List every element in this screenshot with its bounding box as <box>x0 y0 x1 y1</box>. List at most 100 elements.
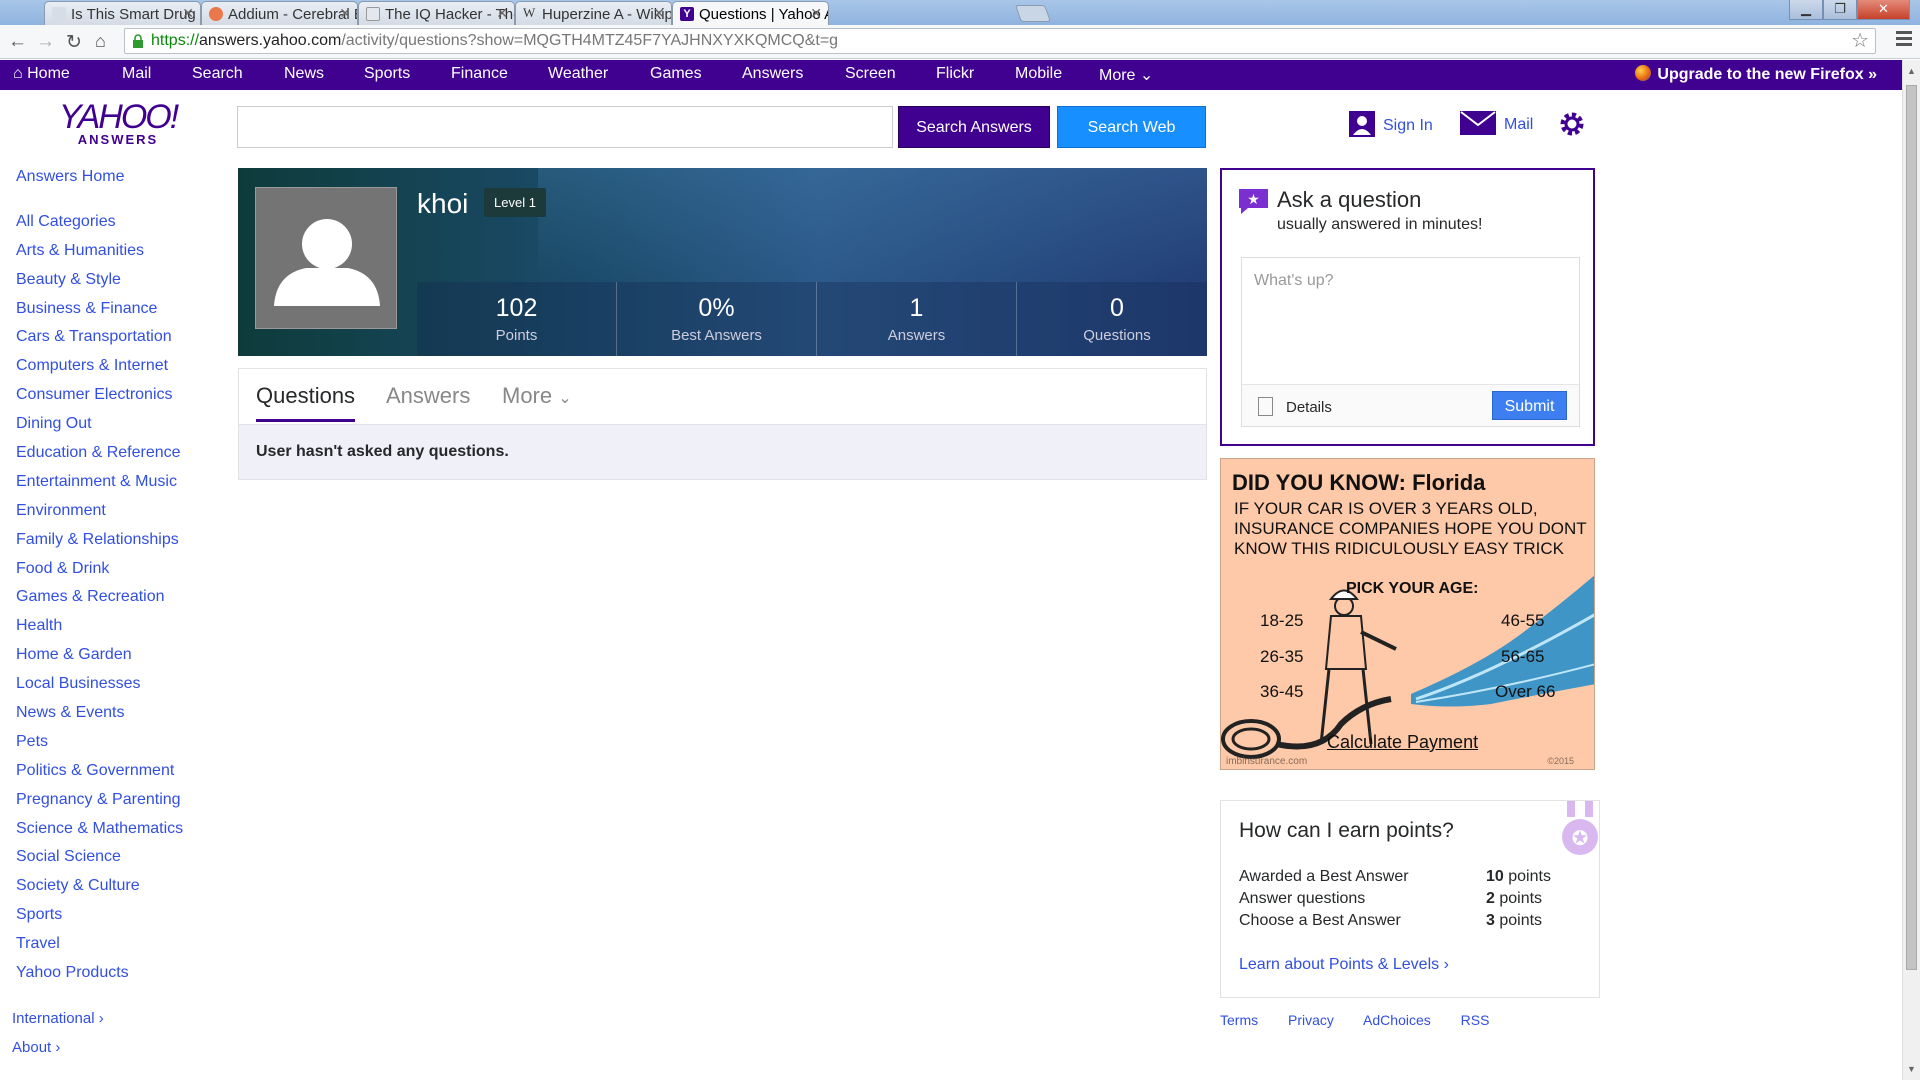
nav-mail[interactable]: Mail <box>122 65 151 83</box>
mail-link[interactable]: Mail <box>1460 111 1533 135</box>
address-bar[interactable]: https://answers.yahoo.com/activity/quest… <box>124 28 1876 54</box>
details-link[interactable]: Details <box>1286 399 1332 416</box>
nav-more[interactable]: More ⌄ <box>1099 65 1153 85</box>
new-tab-button[interactable] <box>1014 5 1052 22</box>
nav-weather[interactable]: Weather <box>548 65 608 83</box>
nav-games[interactable]: Games <box>650 65 702 83</box>
sidebar-item-category[interactable]: Education & Reference <box>16 441 216 470</box>
age-option[interactable]: 18-25 <box>1260 611 1303 631</box>
age-option[interactable]: 36-45 <box>1260 682 1303 702</box>
minimize-window-button[interactable]: ▁ <box>1789 0 1823 20</box>
forward-arrow-icon[interactable]: → <box>36 31 55 53</box>
sidebar-item-category[interactable]: Environment <box>16 499 216 528</box>
search-answers-button[interactable]: Search Answers <box>898 106 1050 148</box>
question-textarea[interactable]: What's up? Details Submit <box>1241 257 1580 427</box>
age-option[interactable]: 56-65 <box>1501 647 1544 667</box>
sidebar-item-category[interactable]: Health <box>16 614 216 643</box>
details-document-icon[interactable] <box>1258 397 1273 416</box>
scrollbar-thumb[interactable] <box>1906 85 1917 970</box>
sidebar-item-category[interactable]: Family & Relationships <box>16 528 216 557</box>
sidebar-item-category[interactable]: Games & Recreation <box>16 585 216 614</box>
close-window-button[interactable]: ✕ <box>1857 0 1910 20</box>
browser-tab[interactable]: Addium - Cerebral E ✕ <box>201 1 358 25</box>
sidebar-item-category[interactable]: Food & Drink <box>16 557 216 586</box>
sidebar-item-category[interactable]: Home & Garden <box>16 643 216 672</box>
close-tab-icon[interactable]: ✕ <box>653 5 665 22</box>
close-tab-icon[interactable]: ✕ <box>182 5 194 22</box>
stat-value: 0 <box>1110 294 1124 322</box>
browser-tab-active[interactable]: Y Questions | Yahoo Ar ✕ <box>672 1 829 26</box>
maximize-window-button[interactable]: ❐ <box>1823 0 1857 20</box>
scroll-up-arrow-icon[interactable]: ▲ <box>1907 66 1916 76</box>
insurance-ad[interactable]: DID YOU KNOW: Florida IF YOUR CAR IS OVE… <box>1220 458 1595 770</box>
sidebar-item-category[interactable]: Beauty & Style <box>16 268 216 297</box>
sidebar-item-category[interactable]: Computers & Internet <box>16 354 216 383</box>
age-option[interactable]: 46-55 <box>1501 611 1544 631</box>
sidebar-item-category[interactable]: Dining Out <box>16 412 216 441</box>
footer-link-privacy[interactable]: Privacy <box>1288 1012 1334 1028</box>
sidebar-item-category[interactable]: Yahoo Products <box>16 961 216 990</box>
sidebar-item-category[interactable]: Society & Culture <box>16 874 216 903</box>
browser-tab[interactable]: The IQ Hacker - The ✕ <box>358 1 515 25</box>
sidebar-item-category[interactable]: Consumer Electronics <box>16 383 216 412</box>
calculate-payment-link[interactable]: Calculate Payment <box>1327 732 1478 753</box>
nav-news[interactable]: News <box>284 65 324 83</box>
sidebar-item-answers-home[interactable]: Answers Home <box>16 165 216 194</box>
sidebar-item-category[interactable]: Social Science <box>16 845 216 874</box>
nav-finance[interactable]: Finance <box>451 65 508 83</box>
age-option[interactable]: 26-35 <box>1260 647 1303 667</box>
nav-search[interactable]: Search <box>192 65 243 83</box>
sidebar-item-category[interactable]: Local Businesses <box>16 672 216 701</box>
scroll-down-arrow-icon[interactable]: ▼ <box>1907 1064 1916 1074</box>
sidebar-item-category[interactable]: Cars & Transportation <box>16 325 216 354</box>
sidebar-item-category[interactable]: Sports <box>16 903 216 932</box>
footer-link-terms[interactable]: Terms <box>1220 1012 1258 1028</box>
close-tab-icon[interactable]: ✕ <box>339 5 351 22</box>
bookmark-star-icon[interactable]: ☆ <box>1851 29 1869 53</box>
points-row-unit: points <box>1508 868 1551 885</box>
nav-answers[interactable]: Answers <box>742 65 803 83</box>
tab-more[interactable]: More ⌄ <box>502 383 572 409</box>
search-input[interactable] <box>237 106 893 148</box>
nav-sports[interactable]: Sports <box>364 65 410 83</box>
sidebar-item-category[interactable]: Business & Finance <box>16 297 216 326</box>
home-icon[interactable]: ⌂ <box>95 31 106 52</box>
sidebar-item-category[interactable]: All Categories <box>16 210 216 239</box>
reload-icon[interactable]: ↻ <box>66 31 82 54</box>
yahoo-answers-logo[interactable]: YAHOO! ANSWERS <box>58 100 179 147</box>
submit-button[interactable]: Submit <box>1492 391 1567 420</box>
learn-points-levels-link[interactable]: Learn about Points & Levels › <box>1239 956 1449 974</box>
page-scrollbar[interactable]: ▲ ▼ <box>1902 60 1920 1080</box>
upgrade-firefox-link[interactable]: Upgrade to the new Firefox » <box>1635 65 1877 84</box>
tab-questions[interactable]: Questions <box>256 383 356 422</box>
sign-in-link[interactable]: Sign In <box>1349 111 1433 137</box>
about-link[interactable]: About › <box>12 1039 104 1068</box>
footer-link-rss[interactable]: RSS <box>1461 1012 1490 1028</box>
profile-username[interactable]: khoi <box>417 188 468 220</box>
footer-link-adchoices[interactable]: AdChoices <box>1363 1012 1431 1028</box>
sidebar-item-category[interactable]: Science & Mathematics <box>16 817 216 846</box>
close-tab-icon[interactable]: ✕ <box>810 5 822 22</box>
back-arrow-icon[interactable]: ← <box>8 31 27 53</box>
tab-answers[interactable]: Answers <box>386 383 470 409</box>
nav-mobile[interactable]: Mobile <box>1015 65 1062 83</box>
browser-tab[interactable]: Is This Smart Drug Th ✕ <box>44 1 201 25</box>
sidebar-item-category[interactable]: News & Events <box>16 701 216 730</box>
nav-home[interactable]: ⌂ Home <box>13 65 70 83</box>
nav-screen[interactable]: Screen <box>845 65 896 83</box>
sidebar-item-category[interactable]: Entertainment & Music <box>16 470 216 499</box>
close-tab-icon[interactable]: ✕ <box>496 5 508 22</box>
age-option[interactable]: Over 66 <box>1495 682 1555 702</box>
default-avatar-icon <box>274 219 380 306</box>
sidebar-item-category[interactable]: Pets <box>16 730 216 759</box>
sidebar-item-category[interactable]: Arts & Humanities <box>16 239 216 268</box>
browser-menu-icon[interactable] <box>1896 31 1912 47</box>
sidebar-item-category[interactable]: Travel <box>16 932 216 961</box>
gear-icon[interactable] <box>1559 111 1585 137</box>
sidebar-item-category[interactable]: Politics & Government <box>16 759 216 788</box>
search-web-button[interactable]: Search Web <box>1057 106 1206 148</box>
browser-tab[interactable]: W Huperzine A - Wikip ✕ <box>515 1 672 25</box>
sidebar-item-category[interactable]: Pregnancy & Parenting <box>16 788 216 817</box>
international-link[interactable]: International › <box>12 1010 104 1039</box>
nav-flickr[interactable]: Flickr <box>936 65 974 83</box>
